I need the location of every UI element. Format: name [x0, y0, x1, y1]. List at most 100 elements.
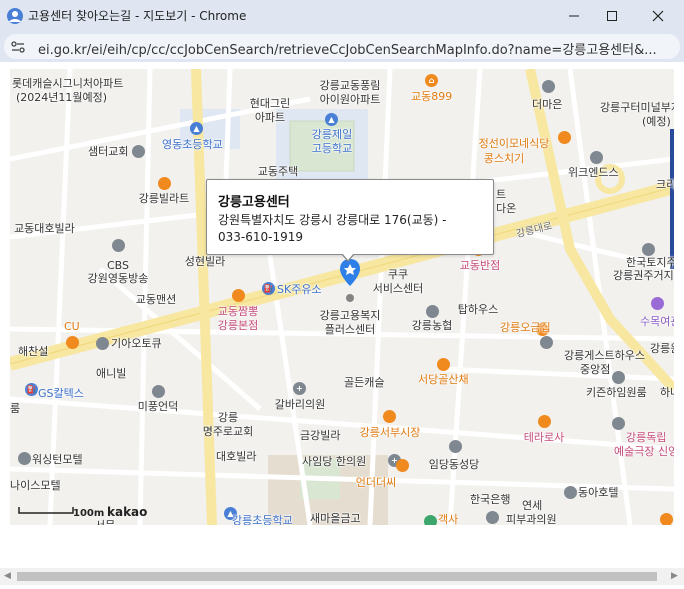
map-label: 키즌하임원룸 — [586, 386, 647, 399]
scroll-left-icon[interactable]: ◀ — [4, 571, 11, 581]
map-viewport[interactable]: 롯데캐슬시그니처아파트 (2024년11월예정) 강릉교동풍림 아이원아파트 ⌂… — [10, 69, 674, 525]
map-label: 애니빌 — [96, 367, 127, 380]
bank-icon[interactable] — [486, 511, 499, 524]
broadcast-icon[interactable] — [112, 239, 125, 252]
building-icon[interactable] — [542, 80, 555, 93]
map-label: 강릉서부시장 — [359, 426, 421, 439]
map-label: (2024년11월예정) — [16, 91, 108, 104]
restaurant-icon[interactable]: ⌂ — [425, 74, 438, 87]
map-label: 성현빌라 — [184, 255, 226, 268]
map-label: 교동899 — [411, 90, 453, 103]
school-icon[interactable]: ▲ — [325, 113, 338, 126]
map-label: 교동주택 — [257, 165, 299, 178]
restaurant-icon[interactable] — [232, 289, 245, 302]
map-label: 쿠쿠 — [387, 268, 409, 281]
url-text: ei.go.kr/ei/eih/cp/cc/ccJobCenSearch/ret… — [38, 43, 657, 58]
restaurant-icon[interactable] — [396, 459, 409, 472]
map-scale-bar — [18, 507, 74, 514]
map-label: 콩스치기 — [483, 152, 525, 165]
map-label: 고등학교 — [311, 142, 353, 155]
map-label: 강릉원 — [650, 342, 674, 355]
maximize-button[interactable] — [590, 0, 634, 31]
address-bar: ei.go.kr/ei/eih/cp/cc/ccJobCenSearch/ret… — [0, 31, 684, 62]
scrollbar-thumb[interactable] — [17, 572, 657, 581]
map-label: 현대그린 — [249, 97, 291, 110]
gas-station-icon[interactable]: ⛽ — [25, 383, 38, 396]
map-app-icon — [7, 8, 23, 24]
map-label: 갈바리의원 — [274, 398, 326, 411]
hospital-icon[interactable]: + — [293, 382, 306, 395]
minimize-icon — [569, 15, 579, 16]
map-label: 서문 — [95, 519, 115, 525]
map-label: 샘터교회 — [88, 145, 129, 158]
map-label: 새마을금고 — [310, 512, 361, 525]
heritage-icon[interactable] — [424, 515, 437, 525]
theater-icon[interactable] — [612, 417, 625, 430]
map-label: 연세 — [522, 499, 543, 512]
map-label: 트 — [496, 188, 507, 201]
building-icon[interactable] — [540, 336, 553, 349]
hotel-icon[interactable] — [564, 486, 577, 499]
gas-station-icon[interactable]: ⛽ — [262, 282, 275, 295]
map-label: 교동맨션 — [135, 293, 177, 306]
building-icon[interactable] — [590, 151, 603, 164]
url-field[interactable]: ei.go.kr/ei/eih/cp/cc/ccJobCenSearch/ret… — [4, 34, 680, 59]
window-edge — [676, 62, 684, 568]
map-label: 언더더씨 — [355, 476, 397, 489]
map-label: 해찬설 — [18, 345, 49, 358]
church-icon[interactable] — [449, 440, 462, 453]
map-label: 아이원아파트 — [319, 93, 381, 106]
building-icon[interactable] — [152, 385, 165, 398]
map-label: 강릉본점 — [217, 319, 259, 332]
map-label: 수목여관 — [640, 315, 674, 328]
restaurant-icon[interactable] — [558, 131, 571, 144]
church-icon[interactable] — [132, 145, 145, 158]
building-icon[interactable] — [612, 371, 625, 384]
building-icon[interactable] — [642, 243, 655, 256]
map-label: 테라로사 — [523, 431, 565, 444]
map-label: 아파트 — [254, 111, 286, 124]
school-icon[interactable]: ▲ — [190, 122, 203, 135]
map-label: 금강빌라 — [300, 429, 341, 442]
map-label: 피부과의원 — [506, 513, 557, 525]
building-icon[interactable] — [426, 305, 439, 318]
map-label: 강릉교동풍림 — [319, 79, 381, 92]
cafe-icon[interactable] — [538, 415, 551, 428]
window-title: 고용센터 찾아오는길 - 지도보기 - Chrome — [28, 9, 247, 23]
car-repair-icon[interactable] — [96, 337, 109, 350]
building-icon[interactable] — [158, 177, 171, 190]
map-label: 객사 — [438, 513, 459, 525]
map-label: 영동초등학교 — [162, 138, 223, 151]
map-label: 강릉고용복지 — [319, 309, 381, 322]
map-label: 강원영동방송 — [87, 272, 149, 285]
market-icon[interactable] — [383, 410, 396, 423]
map-label: 예술극장 신영 — [614, 445, 674, 458]
location-marker-icon[interactable] — [339, 258, 361, 304]
scroll-right-icon[interactable]: ▶ — [671, 571, 678, 581]
map-label: 강릉 — [217, 411, 239, 424]
map-label: 강릉독립 — [626, 431, 667, 444]
lodging-icon[interactable] — [651, 297, 664, 310]
site-info-icon[interactable] — [10, 39, 26, 55]
map-label: 골든캐슬 — [344, 376, 385, 389]
map-label: 강릉오금집 — [500, 321, 551, 334]
map-label: 대호빌라 — [216, 450, 257, 463]
map-label: 다온 — [496, 202, 517, 215]
restaurant-icon[interactable] — [437, 358, 450, 371]
map-label: 미풍언덕 — [137, 400, 179, 413]
map-label: 사임당 한의원 — [302, 455, 367, 468]
convenience-store-icon[interactable] — [66, 336, 79, 349]
motel-icon[interactable] — [18, 452, 31, 465]
map-label: 교동대호빌라 — [14, 222, 75, 235]
close-button[interactable] — [636, 0, 680, 31]
map-label: 나이스모텔 — [10, 479, 61, 492]
map-label: 서비스센터 — [372, 282, 424, 295]
map-label: 강릉권주거지 — [613, 269, 674, 282]
info-window-address: 강원특별자치도 강릉시 강릉대로 176(교동) - — [218, 213, 447, 227]
restaurant-icon[interactable] — [660, 513, 673, 525]
close-icon — [652, 10, 664, 21]
map-label: GS칼텍스 — [38, 387, 84, 400]
map-label: 강릉농협 — [411, 319, 453, 332]
map-label: 임당동성당 — [428, 458, 480, 471]
horizontal-scrollbar[interactable]: ◀ ▶ — [0, 568, 684, 585]
